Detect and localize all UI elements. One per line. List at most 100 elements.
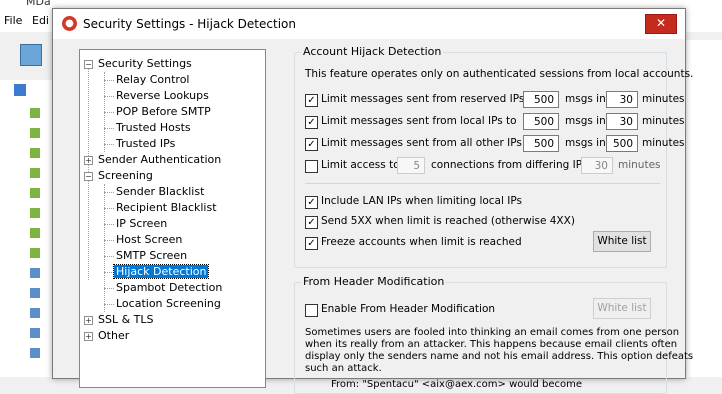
close-button[interactable]: ✕	[645, 14, 677, 34]
group-title: From Header Modification	[301, 275, 447, 288]
tree-line	[104, 224, 114, 225]
tree-label: Trusted IPs	[116, 137, 176, 150]
limit-access-count-input[interactable]: 5	[397, 157, 425, 174]
tree-item-sender-blacklist[interactable]: Sender Blacklist	[116, 184, 204, 200]
msgs-in-label: msgs in	[565, 137, 606, 149]
tree-line	[104, 96, 114, 97]
tree-label: Spambot Detection	[116, 281, 223, 294]
tree-label: Host Screen	[116, 233, 183, 246]
tree-label: Reverse Lookups	[116, 89, 209, 102]
reserved-ips-minutes-input[interactable]: 30	[606, 91, 638, 108]
tree-item-hijack-detection[interactable]: Hijack Detection	[112, 264, 210, 280]
minutes-label: minutes	[642, 137, 685, 149]
tree-label: SSL & TLS	[98, 313, 154, 326]
description-line: Sometimes users are fooled into thinking…	[305, 327, 680, 338]
reserved-ips-label: Limit messages sent from reserved IPs to	[321, 93, 539, 105]
feature-description: This feature operates only on authentica…	[305, 68, 694, 80]
settings-tree: − Security Settings Relay Control Revers…	[79, 49, 266, 388]
other-ips-minutes-input[interactable]: 500	[606, 135, 638, 152]
send-5xx-checkbox[interactable]: ✓	[305, 216, 318, 229]
expand-icon[interactable]: +	[84, 332, 93, 341]
collapse-icon[interactable]: −	[84, 172, 93, 181]
tree-line	[104, 112, 114, 113]
tree-line	[104, 272, 114, 273]
menu-edit[interactable]: Edi	[32, 14, 49, 27]
tree-item-other[interactable]: + Other	[84, 328, 129, 344]
tree-item-relay-control[interactable]: Relay Control	[116, 72, 189, 88]
enable-from-header-checkbox[interactable]	[305, 304, 318, 317]
tree-item-security-settings[interactable]: − Security Settings	[84, 56, 192, 72]
tree-node-icon	[30, 228, 40, 238]
tree-node-icon	[30, 288, 40, 298]
tree-item-host-screen[interactable]: Host Screen	[116, 232, 182, 248]
tree-node-icon	[30, 348, 40, 358]
other-ips-msgs-input[interactable]: 500	[523, 135, 559, 152]
expand-icon[interactable]: +	[84, 156, 93, 165]
tree-node-icon	[30, 168, 40, 178]
local-ips-msgs-input[interactable]: 500	[523, 113, 559, 130]
tree-label: IP Screen	[116, 217, 168, 230]
tree-node-icon	[30, 208, 40, 218]
tree-label: Sender Authentication	[98, 153, 222, 166]
msgs-in-label: msgs in	[565, 93, 606, 105]
tree-item-ip-screen[interactable]: IP Screen	[116, 216, 167, 232]
tree-item-trusted-hosts[interactable]: Trusted Hosts	[116, 120, 191, 136]
example-line: From: "Spentacu" <aix@aex.com> would bec…	[331, 379, 583, 390]
collapse-icon[interactable]: −	[84, 60, 93, 69]
tree-label: SMTP Screen	[116, 249, 188, 262]
tree-line	[104, 240, 114, 241]
include-lan-checkbox[interactable]: ✓	[305, 196, 318, 209]
tree-item-recipient-blacklist[interactable]: Recipient Blacklist	[116, 200, 217, 216]
tree-item-pop-before-smtp[interactable]: POP Before SMTP	[116, 104, 211, 120]
separator	[305, 183, 660, 184]
tree-item-location-screening[interactable]: Location Screening	[116, 296, 221, 312]
local-ips-minutes-input[interactable]: 30	[606, 113, 638, 130]
limit-access-checkbox[interactable]	[305, 160, 318, 173]
dialog-title: Security Settings - Hijack Detection	[83, 17, 296, 31]
tree-label: Screening	[98, 169, 153, 182]
tree-node-icon	[30, 328, 40, 338]
tree-item-reverse-lookups[interactable]: Reverse Lookups	[116, 88, 209, 104]
tree-item-trusted-ips[interactable]: Trusted IPs	[116, 136, 175, 152]
tree-item-spambot-detection[interactable]: Spambot Detection	[116, 280, 222, 296]
tree-line	[104, 304, 114, 305]
white-list-button[interactable]: White list	[593, 231, 651, 252]
expand-icon[interactable]: +	[84, 316, 93, 325]
tree-line	[104, 208, 114, 209]
menu-file[interactable]: File	[4, 14, 22, 27]
minutes-label: minutes	[642, 93, 685, 105]
tree-label: Other	[98, 329, 130, 342]
description-line: when its really from an attacker. This h…	[305, 339, 678, 350]
freeze-accounts-label: Freeze accounts when limit is reached	[321, 236, 522, 248]
tree-item-ssl-tls[interactable]: + SSL & TLS	[84, 312, 154, 328]
tree-label: Sender Blacklist	[116, 185, 205, 198]
reserved-ips-checkbox[interactable]: ✓	[305, 94, 318, 107]
tree-label: Security Settings	[98, 57, 192, 70]
tree-label: Hijack Detection	[112, 264, 210, 279]
from-header-white-list-button[interactable]: White list	[593, 298, 651, 319]
app-right-panel	[680, 40, 722, 377]
toolbar-icon[interactable]	[20, 44, 42, 66]
include-lan-label: Include LAN IPs when limiting local IPs	[321, 195, 522, 207]
tree-node-icon	[30, 148, 40, 158]
group-title: Account Hijack Detection	[301, 45, 444, 58]
tree-item-smtp-screen[interactable]: SMTP Screen	[116, 248, 187, 264]
app-tree-panel	[0, 80, 59, 377]
msgs-in-label: msgs in	[565, 115, 606, 127]
description-line: display only the senders name and not hi…	[305, 351, 694, 362]
other-ips-checkbox[interactable]: ✓	[305, 138, 318, 151]
account-hijack-group: Account Hijack Detection This feature op…	[294, 45, 693, 268]
local-ips-checkbox[interactable]: ✓	[305, 116, 318, 129]
local-ips-label: Limit messages sent from local IPs to	[321, 115, 517, 127]
app-toolbar	[0, 40, 58, 74]
limit-access-minutes-input[interactable]: 30	[581, 157, 613, 174]
tree-node-icon	[30, 268, 40, 278]
app-titlebar: MDa	[0, 0, 722, 8]
tree-item-sender-authentication[interactable]: + Sender Authentication	[84, 152, 221, 168]
dialog-titlebar: ● Security Settings - Hijack Detection ✕	[53, 9, 685, 39]
minutes-label: minutes	[618, 159, 661, 171]
app-title: MDa	[26, 0, 51, 8]
freeze-accounts-checkbox[interactable]: ✓	[305, 237, 318, 250]
tree-item-screening[interactable]: − Screening	[84, 168, 153, 184]
reserved-ips-msgs-input[interactable]: 500	[523, 91, 559, 108]
